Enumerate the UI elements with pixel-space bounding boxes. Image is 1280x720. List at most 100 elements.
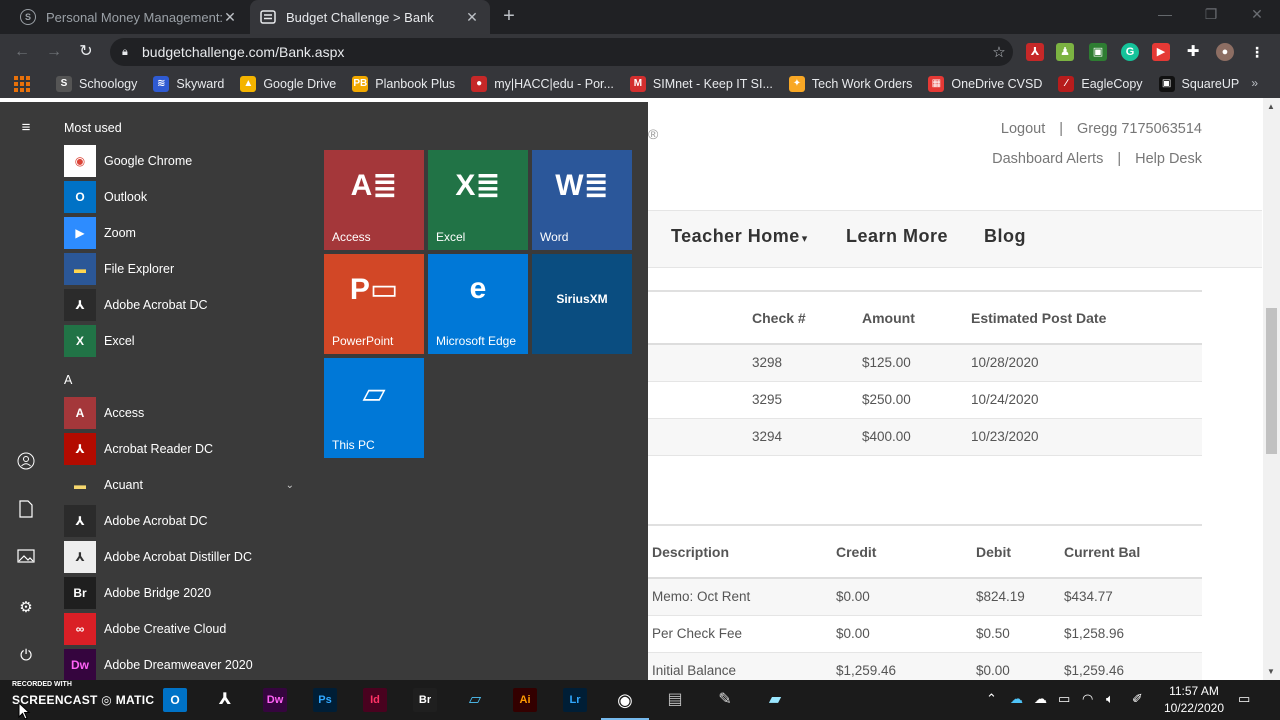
onedrive-icon[interactable]: ☁ xyxy=(1010,691,1023,707)
lightroom-taskbar-icon[interactable]: Lr xyxy=(563,688,587,712)
address-bar[interactable]: 🔒︎ budgetchallenge.com/Bank.aspx ☆ xyxy=(110,38,1013,66)
app-list-item[interactable]: ⅄ Adobe Acrobat Distiller DC xyxy=(64,541,304,573)
close-window-icon[interactable]: ✕ xyxy=(1242,6,1272,23)
grammarly-icon[interactable]: G xyxy=(1121,43,1139,61)
pictures-icon[interactable] xyxy=(14,548,38,572)
back-icon[interactable]: ← xyxy=(12,42,32,62)
restore-icon[interactable]: ❐ xyxy=(1196,6,1226,23)
user-account-icon[interactable] xyxy=(14,452,38,476)
extensions-puzzle-icon[interactable]: ✚ xyxy=(1184,43,1202,61)
powerpoint-tile[interactable]: P▭ PowerPoint xyxy=(324,254,424,354)
app-list-item[interactable]: ∞ Adobe Creative Cloud xyxy=(64,613,304,645)
minimize-icon[interactable]: — xyxy=(1150,6,1180,22)
volume-icon[interactable]: 🔈︎ xyxy=(1106,691,1114,707)
app-list-item[interactable]: ▬ Acuant ⌄ xyxy=(64,469,304,501)
help-desk-link[interactable]: Help Desk xyxy=(1135,151,1202,167)
screencast-taskbar-icon[interactable]: ◉ xyxy=(601,688,649,720)
documents-icon[interactable] xyxy=(14,500,38,524)
app-list-item[interactable]: A Access xyxy=(64,397,304,429)
extension-icon[interactable]: ♟ xyxy=(1056,43,1074,61)
pc-taskbar-icon[interactable]: ▱ xyxy=(463,688,487,712)
user-account-link[interactable]: Gregg 7175063514 xyxy=(1077,121,1202,137)
app-list-item[interactable]: ⅄ Adobe Acrobat DC xyxy=(64,505,304,537)
paint-taskbar-icon[interactable]: ✎ xyxy=(713,688,737,712)
word-tile[interactable]: W≣ Word xyxy=(532,150,632,250)
illustrator-taskbar-icon[interactable]: Ai xyxy=(513,688,537,712)
pdf-extension-icon[interactable]: ⅄ xyxy=(1026,43,1044,61)
wifi-icon[interactable]: ◠ xyxy=(1082,691,1093,707)
teacher-home-menu[interactable]: Teacher Home ▾ xyxy=(671,226,808,247)
bookmark-item[interactable]: ✦ Tech Work Orders xyxy=(788,76,912,92)
logout-link[interactable]: Logout xyxy=(1001,121,1045,137)
blog-link[interactable]: Blog xyxy=(984,226,1026,247)
app-list-item[interactable]: ⅄ Adobe Acrobat DC xyxy=(64,289,304,321)
siriusxm-tile[interactable]: SiriusXM xyxy=(532,254,632,354)
onedrive-personal-icon[interactable]: ☁ xyxy=(1034,691,1047,707)
app-list-item[interactable]: ▶ Zoom xyxy=(64,217,304,249)
profile-avatar[interactable]: ● xyxy=(1216,43,1234,61)
tab-budget-challenge-bank[interactable]: Budget Challenge > Bank ✕ xyxy=(250,0,490,34)
bookmark-item[interactable]: PB Planbook Plus xyxy=(352,76,455,92)
notifications-icon[interactable]: ▭ xyxy=(1238,691,1250,707)
chevron-down-icon[interactable]: ⌄ xyxy=(286,480,294,491)
page-scrollbar[interactable]: ▲ ▼ xyxy=(1263,98,1280,680)
bookmark-item[interactable]: ▦ OneDrive CVSD xyxy=(928,76,1042,92)
system-clock[interactable]: 11:57 AM 10/22/2020 xyxy=(1164,683,1224,717)
tab-close-icon[interactable]: ✕ xyxy=(464,9,480,26)
app-list-item[interactable]: ⅄ Acrobat Reader DC xyxy=(64,433,304,465)
apps-grid-icon[interactable] xyxy=(14,76,30,92)
screencast-extension-icon[interactable]: ▶ xyxy=(1152,43,1170,61)
battery-icon[interactable]: ▭ xyxy=(1058,691,1070,707)
bookmark-item[interactable]: ● my|HACC|edu - Por... xyxy=(471,76,614,92)
app-list-item[interactable]: O Outlook xyxy=(64,181,304,213)
bookmark-item[interactable]: M SIMnet - Keep IT SI... xyxy=(629,76,773,92)
app-taskbar-icon[interactable]: ▰ xyxy=(763,688,787,712)
app-list-item[interactable]: Dw Adobe Dreamweaver 2020 xyxy=(64,649,304,681)
hamburger-menu-icon[interactable]: ≡ xyxy=(14,116,38,140)
power-icon[interactable]: ⏻ xyxy=(14,644,38,668)
show-hidden-icons-icon[interactable]: ⌃ xyxy=(986,691,997,707)
app-list-item[interactable]: ▬ File Explorer xyxy=(64,253,304,285)
forward-icon[interactable]: → xyxy=(44,42,64,62)
bookmark-item[interactable]: ≋ Skyward xyxy=(153,76,224,92)
photoshop-taskbar-icon[interactable]: Ps xyxy=(313,688,337,712)
bookmark-item[interactable]: ∕ EagleCopy xyxy=(1058,76,1143,92)
bookmark-item[interactable]: S Schoology xyxy=(56,76,137,92)
access-tile[interactable]: A≣ Access xyxy=(324,150,424,250)
scrollbar-thumb[interactable] xyxy=(1266,308,1277,454)
bridge-taskbar-icon[interactable]: Br xyxy=(413,688,437,712)
indesign-taskbar-icon[interactable]: Id xyxy=(363,688,387,712)
menu-kebab-icon[interactable]: ⋮ xyxy=(1248,43,1266,61)
pen-icon[interactable]: ✐ xyxy=(1132,691,1143,707)
app-list-item[interactable]: ◉ Google Chrome xyxy=(64,145,304,177)
settings-gear-icon[interactable]: ⚙ xyxy=(14,596,38,620)
scroll-down-arrow-icon[interactable]: ▼ xyxy=(1267,667,1275,676)
table-row: Per Check Fee $0.00 $0.50 $1,258.96 xyxy=(648,615,1202,653)
bookmarks-overflow-icon[interactable]: » xyxy=(1251,76,1258,90)
learn-more-link[interactable]: Learn More xyxy=(846,226,948,247)
table-row: 3298 $125.00 10/28/2020 xyxy=(648,344,1202,382)
new-tab-button[interactable]: + xyxy=(498,6,520,28)
tab-close-icon[interactable]: ✕ xyxy=(222,9,238,26)
extension-icon[interactable]: ▣ xyxy=(1089,43,1107,61)
bookmark-star-icon[interactable]: ☆ xyxy=(985,43,1013,61)
acrobat-taskbar-icon[interactable]: ⅄ xyxy=(213,688,237,712)
this-pc-tile[interactable]: ▱ This PC xyxy=(324,358,424,458)
excel-tile[interactable]: X≣ Excel xyxy=(428,150,528,250)
bookmark-item[interactable]: ▲ Google Drive xyxy=(240,76,336,92)
tab-personal-money-management[interactable]: S Personal Money Management: R ✕ xyxy=(10,0,248,34)
scroll-up-arrow-icon[interactable]: ▲ xyxy=(1267,102,1275,111)
reload-icon[interactable]: ↻ xyxy=(76,42,96,62)
app-label: Adobe Acrobat DC xyxy=(104,514,208,528)
dashboard-alerts-link[interactable]: Dashboard Alerts xyxy=(992,151,1103,167)
schoology-favicon-icon: S xyxy=(20,9,36,25)
separator: | xyxy=(1059,121,1064,137)
file-cabinet-taskbar-icon[interactable]: ▤ xyxy=(663,688,687,712)
bookmark-item[interactable]: ▣ SquareUP xyxy=(1158,76,1239,92)
dreamweaver-taskbar-icon[interactable]: Dw xyxy=(263,688,287,712)
app-list-item[interactable]: Br Adobe Bridge 2020 xyxy=(64,577,304,609)
app-list-item[interactable]: X Excel xyxy=(64,325,304,357)
outlook-taskbar-icon[interactable]: O xyxy=(163,688,187,712)
microsoft-edge-tile[interactable]: e Microsoft Edge xyxy=(428,254,528,354)
letter-heading[interactable]: A xyxy=(64,373,72,387)
